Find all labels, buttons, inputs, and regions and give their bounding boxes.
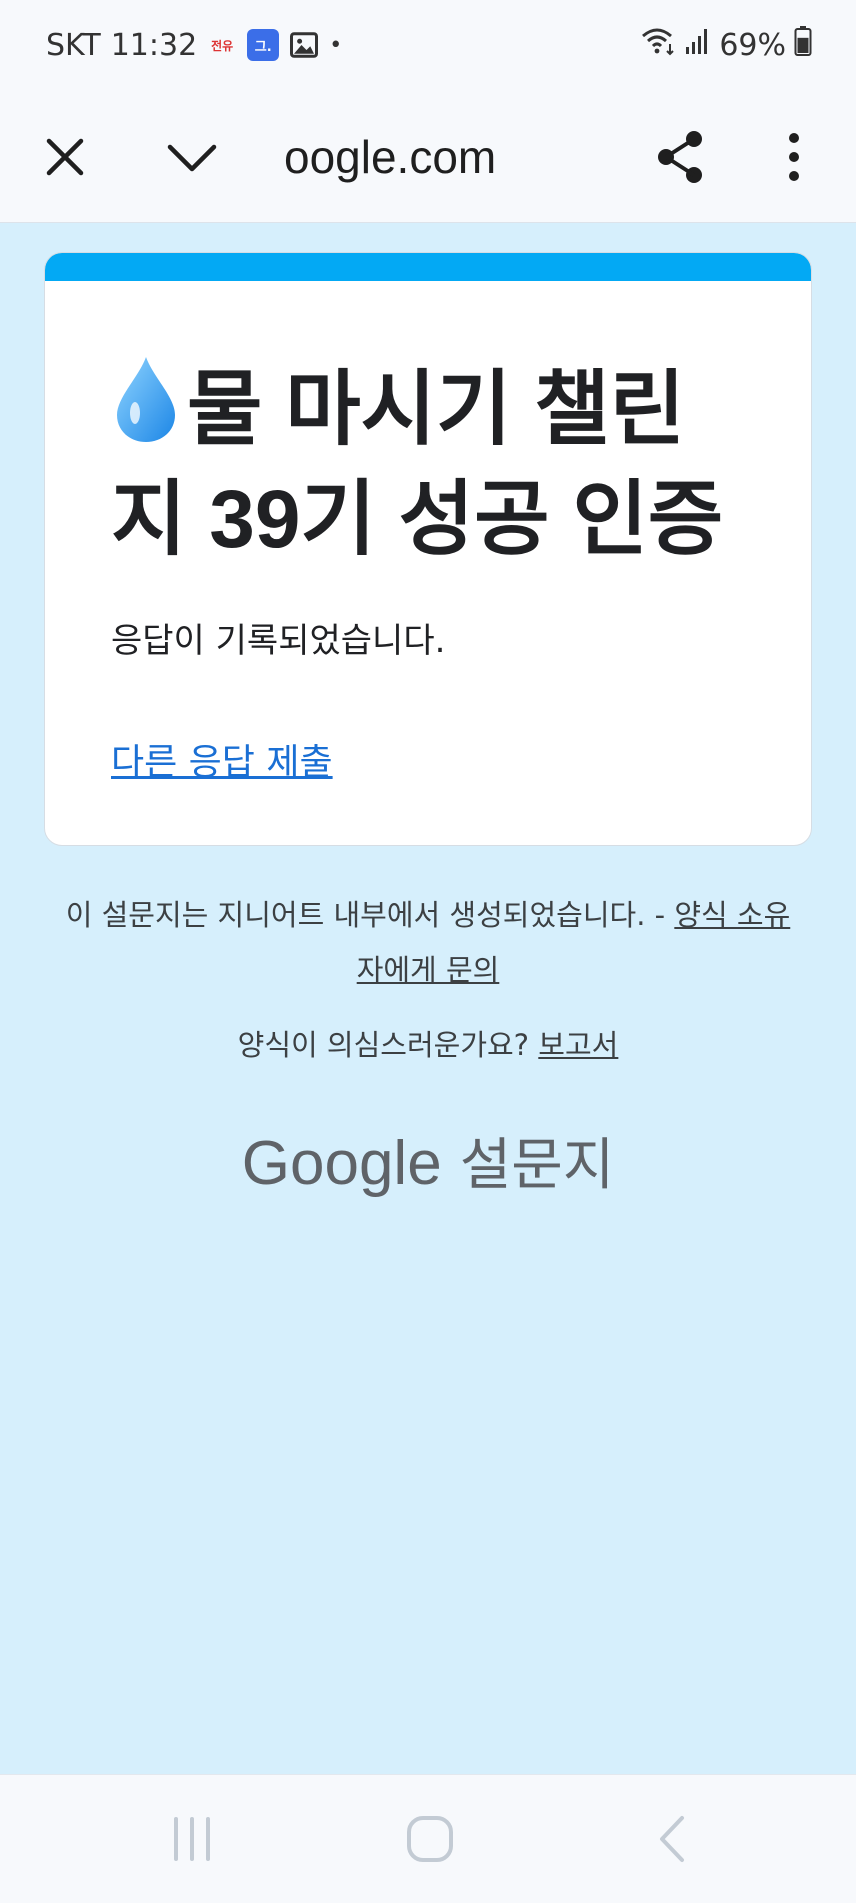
home-icon [407, 1816, 453, 1862]
report-question-text: 양식이 의심스러운가요? [237, 1028, 539, 1062]
report-notice: 양식이 의심스러운가요? 보고서 [60, 1022, 796, 1064]
form-title: 물 마시기 챌린지 39기 성공 인증 [111, 353, 751, 575]
share-icon [658, 131, 702, 183]
signal-icon [685, 27, 711, 63]
google-forms-logo[interactable]: Google 설문지 [0, 1120, 856, 1201]
share-button[interactable] [648, 125, 712, 189]
more-vert-icon [789, 133, 799, 181]
google-wordmark: Google [241, 1129, 442, 1198]
more-options-button[interactable] [762, 125, 826, 189]
form-origin-text: 이 설문지는 지니어트 내부에서 생성되었습니다. - [65, 898, 675, 932]
minimize-button[interactable] [160, 125, 224, 189]
close-button[interactable] [33, 125, 97, 189]
forms-wordmark: 설문지 [459, 1133, 615, 1198]
water-drop-icon [117, 357, 175, 442]
submit-another-response-link[interactable]: 다른 응답 제출 [111, 733, 333, 785]
notification-app-icon: 전유 [211, 38, 234, 53]
chevron-down-icon [167, 144, 217, 172]
system-navigation-bar [0, 1774, 856, 1903]
battery-icon [794, 26, 812, 64]
gallery-icon [289, 30, 319, 60]
card-accent-bar [45, 253, 811, 281]
report-link[interactable]: 보고서 [538, 1028, 618, 1062]
battery-percent: 69% [719, 27, 786, 63]
response-recorded-message: 응답이 기록되었습니다. [111, 621, 446, 661]
form-origin-notice: 이 설문지는 지니어트 내부에서 생성되었습니다. - 양식 소유자에게 문의 [60, 888, 796, 998]
response-card: 물 마시기 챌린지 39기 성공 인증 응답이 기록되었습니다. 다른 응답 제… [44, 252, 812, 846]
notification-chat-icon: 그. [247, 29, 280, 61]
recent-apps-button[interactable] [160, 1807, 224, 1871]
url-text[interactable]: oogle.com [284, 122, 496, 192]
back-button[interactable] [640, 1807, 704, 1871]
back-icon [660, 1816, 684, 1862]
home-button[interactable] [398, 1807, 462, 1871]
status-bar: SKT 11:32 전유 그. • 69% [0, 0, 856, 92]
more-notifications-dot-icon: • [329, 32, 343, 58]
clock: 11:32 [110, 27, 198, 63]
browser-toolbar: oogle.com [0, 92, 856, 223]
close-icon [46, 138, 84, 176]
form-title-text: 물 마시기 챌린지 39기 성공 인증 [111, 364, 724, 565]
wifi-icon [641, 26, 677, 64]
status-right: 69% [641, 22, 812, 68]
status-left: SKT 11:32 전유 그. • [46, 22, 342, 68]
recent-apps-icon [174, 1817, 210, 1861]
carrier-label: SKT [46, 27, 101, 63]
